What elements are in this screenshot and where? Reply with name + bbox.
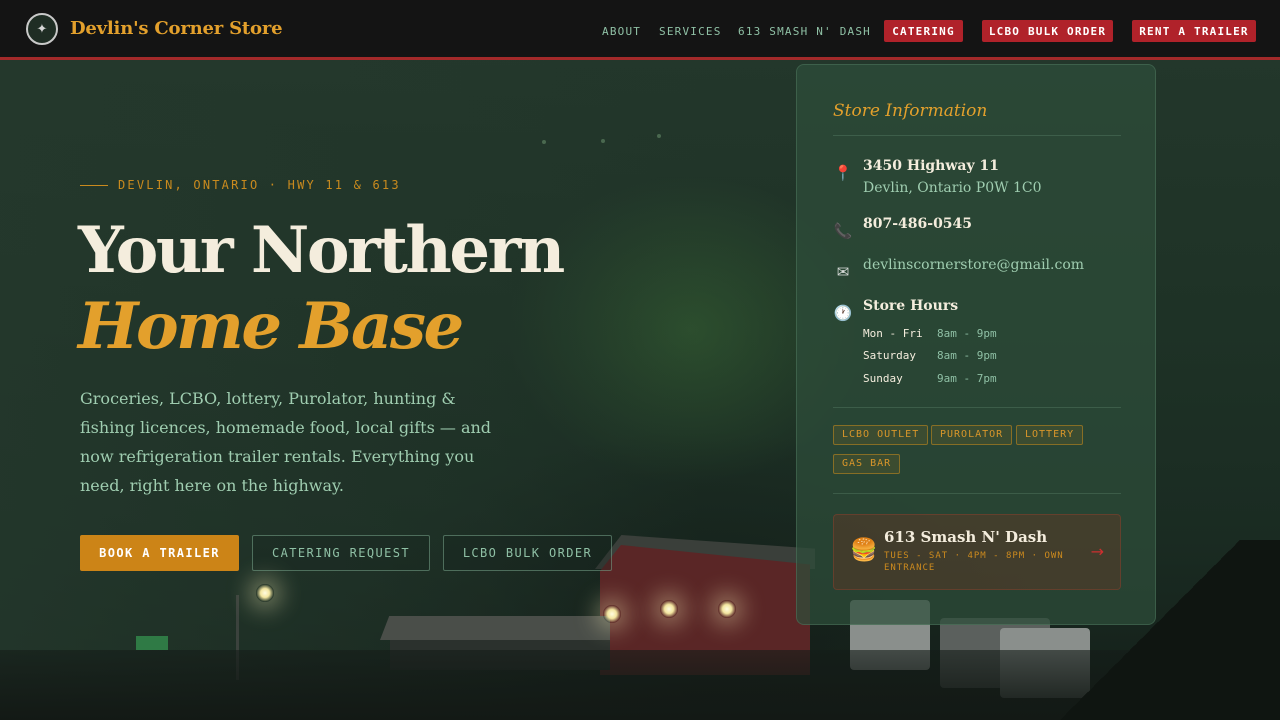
eyebrow-rule — [80, 184, 108, 186]
hours-day: Sunday — [863, 372, 903, 385]
promo-title: 613 Smash N' Dash — [884, 528, 1048, 546]
hours-time: 8am - 9pm — [937, 327, 997, 340]
service-tag-gas-bar: GAS BAR — [833, 454, 901, 474]
phone-number[interactable]: 807-486-0545 — [863, 216, 972, 232]
lcbo-bulk-order-button[interactable]: LCBO BULK ORDER — [443, 535, 612, 571]
map-pin-icon: 📍 — [833, 164, 853, 182]
rent-a-trailer-nav-button[interactable]: RENT A TRAILER — [1132, 20, 1256, 42]
building-light — [718, 600, 736, 618]
road-sign — [136, 636, 168, 650]
nav-link-about[interactable]: ABOUT — [602, 25, 641, 38]
hours-day: Saturday — [863, 349, 916, 362]
hours-day: Mon - Fri — [863, 327, 923, 340]
arrow-right-icon[interactable]: → — [1091, 542, 1104, 561]
night-star — [657, 134, 661, 138]
eyebrow-text: DEVLIN, ONTARIO · HWY 11 & 613 — [118, 178, 401, 192]
service-tag-lcbo-outlet: LCBO OUTLET — [833, 425, 929, 445]
hours-time: 9am - 7pm — [937, 372, 997, 385]
burger-icon: 🍔 — [850, 538, 878, 563]
nav-link-services[interactable]: SERVICES — [659, 25, 722, 38]
email-link[interactable]: devlinscornerstore@gmail.com — [863, 257, 1084, 273]
night-star — [542, 140, 546, 144]
gas-bar-canopy — [380, 616, 610, 640]
hero-description: Groceries, LCBO, lottery, Purolator, hun… — [80, 389, 492, 495]
card-divider — [833, 493, 1121, 494]
card-divider — [833, 135, 1121, 136]
building-light — [660, 600, 678, 618]
hero-title: Your Northern — [78, 213, 565, 288]
catering-nav-button[interactable]: CATERING — [884, 20, 963, 42]
parking-light — [256, 584, 274, 602]
location-eyebrow: DEVLIN, ONTARIO · HWY 11 & 613 — [80, 178, 401, 192]
book-a-trailer-button[interactable]: BOOK A TRAILER — [80, 535, 239, 571]
service-tag-lottery: LOTTERY — [1016, 425, 1084, 445]
phone-icon: 📞 — [833, 222, 853, 240]
store-hours-title: Store Hours — [863, 298, 959, 314]
hero-title-accent: Home Base — [78, 289, 464, 364]
catering-request-button[interactable]: CATERING REQUEST — [252, 535, 430, 571]
site-header: ✦ Devlin's Corner Store ABOUT SERVICES 6… — [0, 0, 1280, 60]
brand-name[interactable]: Devlin's Corner Store — [70, 18, 283, 39]
promo-subtitle: TUES - SAT · 4PM - 8PM · OWN ENTRANCE — [884, 551, 1064, 573]
card-title: Store Information — [833, 101, 988, 121]
envelope-icon: ✉ — [836, 263, 850, 281]
hours-time: 8am - 9pm — [937, 349, 997, 362]
address-line-1: 3450 Highway 11 — [863, 158, 999, 174]
store-information-card: Store Information 📍 3450 Highway 11 Devl… — [796, 64, 1156, 625]
night-star — [601, 139, 605, 143]
nav-link-smash-n-dash[interactable]: 613 SMASH N' DASH — [738, 25, 871, 38]
clock-icon: 🕐 — [833, 304, 853, 322]
store-logo-icon[interactable]: ✦ — [26, 13, 58, 45]
lcbo-bulk-order-nav-button[interactable]: LCBO BULK ORDER — [982, 20, 1113, 42]
card-divider — [833, 407, 1121, 408]
smash-n-dash-promo[interactable]: 🍔 613 Smash N' Dash TUES - SAT · 4PM - 8… — [833, 514, 1121, 590]
building-light — [603, 605, 621, 623]
service-tag-purolator: PUROLATOR — [931, 425, 1013, 445]
address-line-2: Devlin, Ontario P0W 1C0 — [863, 180, 1042, 196]
